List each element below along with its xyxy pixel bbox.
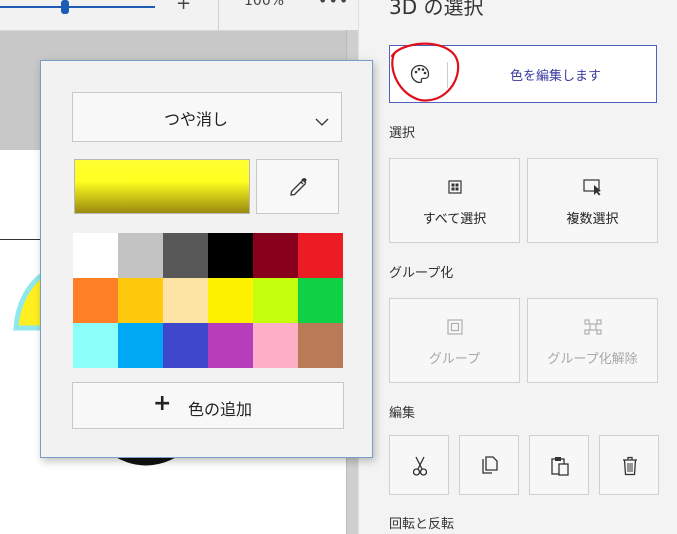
color-swatch[interactable] (118, 233, 163, 278)
color-swatch[interactable] (163, 233, 208, 278)
section-label-group: グループ化 (389, 266, 454, 281)
zoom-slider-thumb[interactable] (61, 0, 69, 14)
color-swatch[interactable] (73, 278, 118, 323)
add-color-label: 色の追加 (188, 400, 253, 419)
eyedropper-button[interactable] (256, 159, 339, 214)
zoom-level[interactable]: 100% (244, 0, 284, 9)
cut-button[interactable] (389, 435, 449, 495)
finish-dropdown[interactable]: つや消し (72, 92, 342, 142)
color-swatch[interactable] (163, 278, 208, 323)
zoom-in-button[interactable]: + (176, 0, 191, 14)
group-icon (390, 317, 519, 337)
group-button[interactable]: グループ (389, 298, 520, 383)
section-label-edit: 編集 (389, 406, 416, 421)
select-all-button[interactable]: すべて選択 (389, 158, 520, 243)
section-label-select: 選択 (389, 126, 416, 141)
paste-button[interactable] (529, 435, 589, 495)
color-swatch[interactable] (253, 323, 298, 368)
color-swatch[interactable] (73, 233, 118, 278)
color-palette-grid (73, 233, 343, 368)
annotation-circle (390, 42, 460, 102)
color-swatch[interactable] (253, 278, 298, 323)
group-label: グループ (428, 352, 481, 367)
ungroup-icon (528, 317, 657, 337)
color-swatch[interactable] (118, 278, 163, 323)
delete-button[interactable] (599, 435, 659, 495)
color-swatch[interactable] (253, 233, 298, 278)
add-color-button[interactable]: + 色の追加 (72, 382, 344, 429)
color-swatch[interactable] (298, 278, 343, 323)
edit-color-label: 色を編集します (510, 69, 602, 84)
eyedropper-icon (290, 177, 307, 196)
color-swatch[interactable] (73, 323, 118, 368)
multi-select-button[interactable]: 複数選択 (527, 158, 658, 243)
color-picker-popup: つや消し + 色の追加 (40, 60, 373, 458)
color-swatch[interactable] (118, 323, 163, 368)
ungroup-button[interactable]: グループ化解除 (527, 298, 658, 383)
select-all-icon (390, 177, 519, 197)
finish-dropdown-value: つや消し (164, 110, 229, 129)
panel-title: 3D の選択 (389, 0, 484, 19)
copy-icon (482, 456, 498, 474)
paste-icon (551, 457, 569, 476)
plus-icon: + (153, 391, 172, 416)
chevron-down-icon (315, 112, 329, 131)
color-swatch[interactable] (208, 323, 253, 368)
current-color-swatch[interactable] (74, 159, 250, 214)
more-options-button[interactable]: ••• (318, 0, 349, 10)
ungroup-label: グループ化解除 (547, 352, 638, 367)
select-all-label: すべて選択 (422, 212, 487, 227)
zoom-slider-track[interactable] (0, 6, 155, 8)
section-label-rotate: 回転と反転 (389, 517, 455, 532)
color-swatch[interactable] (298, 323, 343, 368)
color-swatch[interactable] (208, 278, 253, 323)
view-toolbar: + 100% ••• (0, 0, 357, 31)
color-swatch[interactable] (163, 323, 208, 368)
multi-select-label: 複数選択 (566, 212, 619, 227)
multi-select-icon (528, 177, 657, 197)
color-swatch[interactable] (298, 233, 343, 278)
color-swatch[interactable] (208, 233, 253, 278)
copy-button[interactable] (459, 435, 519, 495)
trash-icon (623, 456, 637, 476)
toolbar-divider (218, 0, 219, 30)
cut-icon (412, 456, 428, 476)
